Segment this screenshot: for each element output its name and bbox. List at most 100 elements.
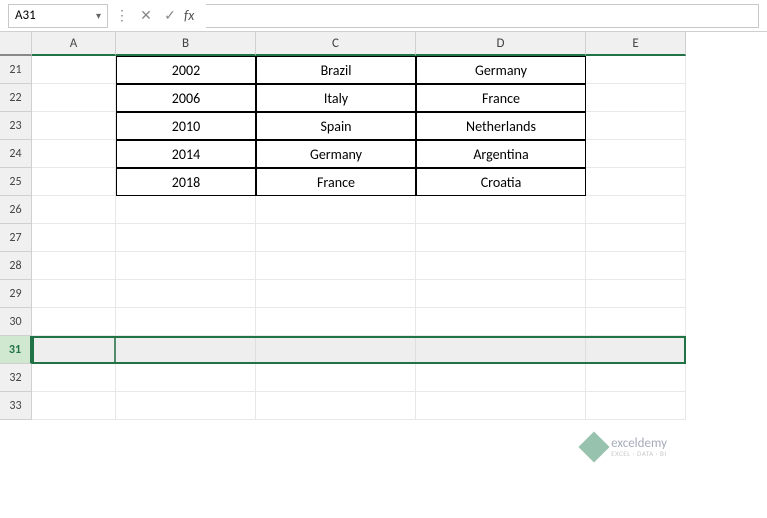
cell[interactable]	[116, 392, 256, 420]
cell[interactable]	[256, 308, 416, 336]
cell[interactable]	[116, 252, 256, 280]
cell-winner[interactable]: Germany	[256, 140, 416, 168]
cell[interactable]	[32, 252, 116, 280]
row-header-23[interactable]: 23	[0, 112, 32, 140]
table-row	[32, 308, 767, 336]
cell[interactable]	[256, 252, 416, 280]
select-all-corner[interactable]	[0, 32, 32, 56]
cell-year[interactable]: 2010	[116, 112, 256, 140]
cell[interactable]	[586, 392, 686, 420]
col-header-A[interactable]: A	[32, 32, 116, 56]
col-header-E[interactable]: E	[586, 32, 686, 56]
row-header-31[interactable]: 31	[0, 336, 32, 364]
cell[interactable]	[116, 336, 256, 364]
cell[interactable]	[32, 364, 116, 392]
table-row	[32, 280, 767, 308]
cell[interactable]	[586, 196, 686, 224]
cell[interactable]	[586, 84, 686, 112]
cell[interactable]	[586, 364, 686, 392]
cell[interactable]	[32, 168, 116, 196]
cell[interactable]	[32, 84, 116, 112]
row-header-21[interactable]: 21	[0, 56, 32, 84]
cell[interactable]	[586, 112, 686, 140]
cell[interactable]	[416, 336, 586, 364]
cell[interactable]	[586, 224, 686, 252]
grid-body[interactable]: 2002 Brazil Germany 2006 Italy France 20…	[32, 56, 767, 420]
table-row	[32, 224, 767, 252]
cell-winner[interactable]: France	[256, 168, 416, 196]
fx-label[interactable]: fx	[184, 7, 194, 24]
col-header-D[interactable]: D	[416, 32, 586, 56]
row-header-29[interactable]: 29	[0, 280, 32, 308]
table-row	[32, 336, 767, 364]
cell[interactable]	[116, 364, 256, 392]
cell-runnerup[interactable]: Croatia	[416, 168, 586, 196]
cell[interactable]	[116, 308, 256, 336]
name-box[interactable]: A31 ▾	[8, 4, 108, 28]
cell-runnerup[interactable]: Netherlands	[416, 112, 586, 140]
row-header-32[interactable]: 32	[0, 364, 32, 392]
cell[interactable]	[116, 224, 256, 252]
cell-year[interactable]: 2014	[116, 140, 256, 168]
cell[interactable]	[586, 308, 686, 336]
cell[interactable]	[416, 196, 586, 224]
cell[interactable]	[256, 336, 416, 364]
table-row: 2010 Spain Netherlands	[32, 112, 767, 140]
cell[interactable]	[586, 252, 686, 280]
cell[interactable]	[256, 392, 416, 420]
col-header-B[interactable]: B	[116, 32, 256, 56]
row-header-30[interactable]: 30	[0, 308, 32, 336]
cell[interactable]	[32, 140, 116, 168]
cell-year[interactable]: 2002	[116, 56, 256, 84]
row-header-26[interactable]: 26	[0, 196, 32, 224]
cell[interactable]	[256, 280, 416, 308]
cell-winner[interactable]: Spain	[256, 112, 416, 140]
cell-winner[interactable]: Italy	[256, 84, 416, 112]
cell-winner[interactable]: Brazil	[256, 56, 416, 84]
row-header-28[interactable]: 28	[0, 252, 32, 280]
cell[interactable]	[116, 196, 256, 224]
cell[interactable]	[416, 364, 586, 392]
cell[interactable]	[32, 280, 116, 308]
cell[interactable]	[586, 140, 686, 168]
row-header-33[interactable]: 33	[0, 392, 32, 420]
row-header-24[interactable]: 24	[0, 140, 32, 168]
formula-bar: A31 ▾ ⋮ ✕ ✓ fx	[0, 0, 767, 32]
table-row	[32, 364, 767, 392]
cell-runnerup[interactable]: France	[416, 84, 586, 112]
cancel-icon[interactable]: ✕	[136, 6, 156, 26]
cell[interactable]	[416, 308, 586, 336]
confirm-icon[interactable]: ✓	[160, 6, 180, 26]
table-row: 2002 Brazil Germany	[32, 56, 767, 84]
cell[interactable]	[416, 392, 586, 420]
cell[interactable]	[586, 280, 686, 308]
col-header-C[interactable]: C	[256, 32, 416, 56]
cell[interactable]	[32, 336, 116, 364]
cell[interactable]	[32, 392, 116, 420]
cell[interactable]	[586, 336, 686, 364]
table-row: 2014 Germany Argentina	[32, 140, 767, 168]
cell[interactable]	[416, 280, 586, 308]
cell[interactable]	[586, 56, 686, 84]
cell-runnerup[interactable]: Germany	[416, 56, 586, 84]
cell[interactable]	[32, 112, 116, 140]
row-header-22[interactable]: 22	[0, 84, 32, 112]
cell-year[interactable]: 2018	[116, 168, 256, 196]
cell[interactable]	[416, 224, 586, 252]
cell[interactable]	[256, 196, 416, 224]
cell[interactable]	[256, 224, 416, 252]
row-header-27[interactable]: 27	[0, 224, 32, 252]
cell[interactable]	[32, 308, 116, 336]
cell[interactable]	[256, 364, 416, 392]
formula-input[interactable]	[206, 4, 759, 28]
cell[interactable]	[32, 56, 116, 84]
cell[interactable]	[416, 252, 586, 280]
cell[interactable]	[586, 168, 686, 196]
cell[interactable]	[32, 224, 116, 252]
name-box-dropdown-icon[interactable]: ▾	[96, 9, 101, 22]
cell-year[interactable]: 2006	[116, 84, 256, 112]
cell[interactable]	[116, 280, 256, 308]
cell-runnerup[interactable]: Argentina	[416, 140, 586, 168]
cell[interactable]	[32, 196, 116, 224]
row-header-25[interactable]: 25	[0, 168, 32, 196]
